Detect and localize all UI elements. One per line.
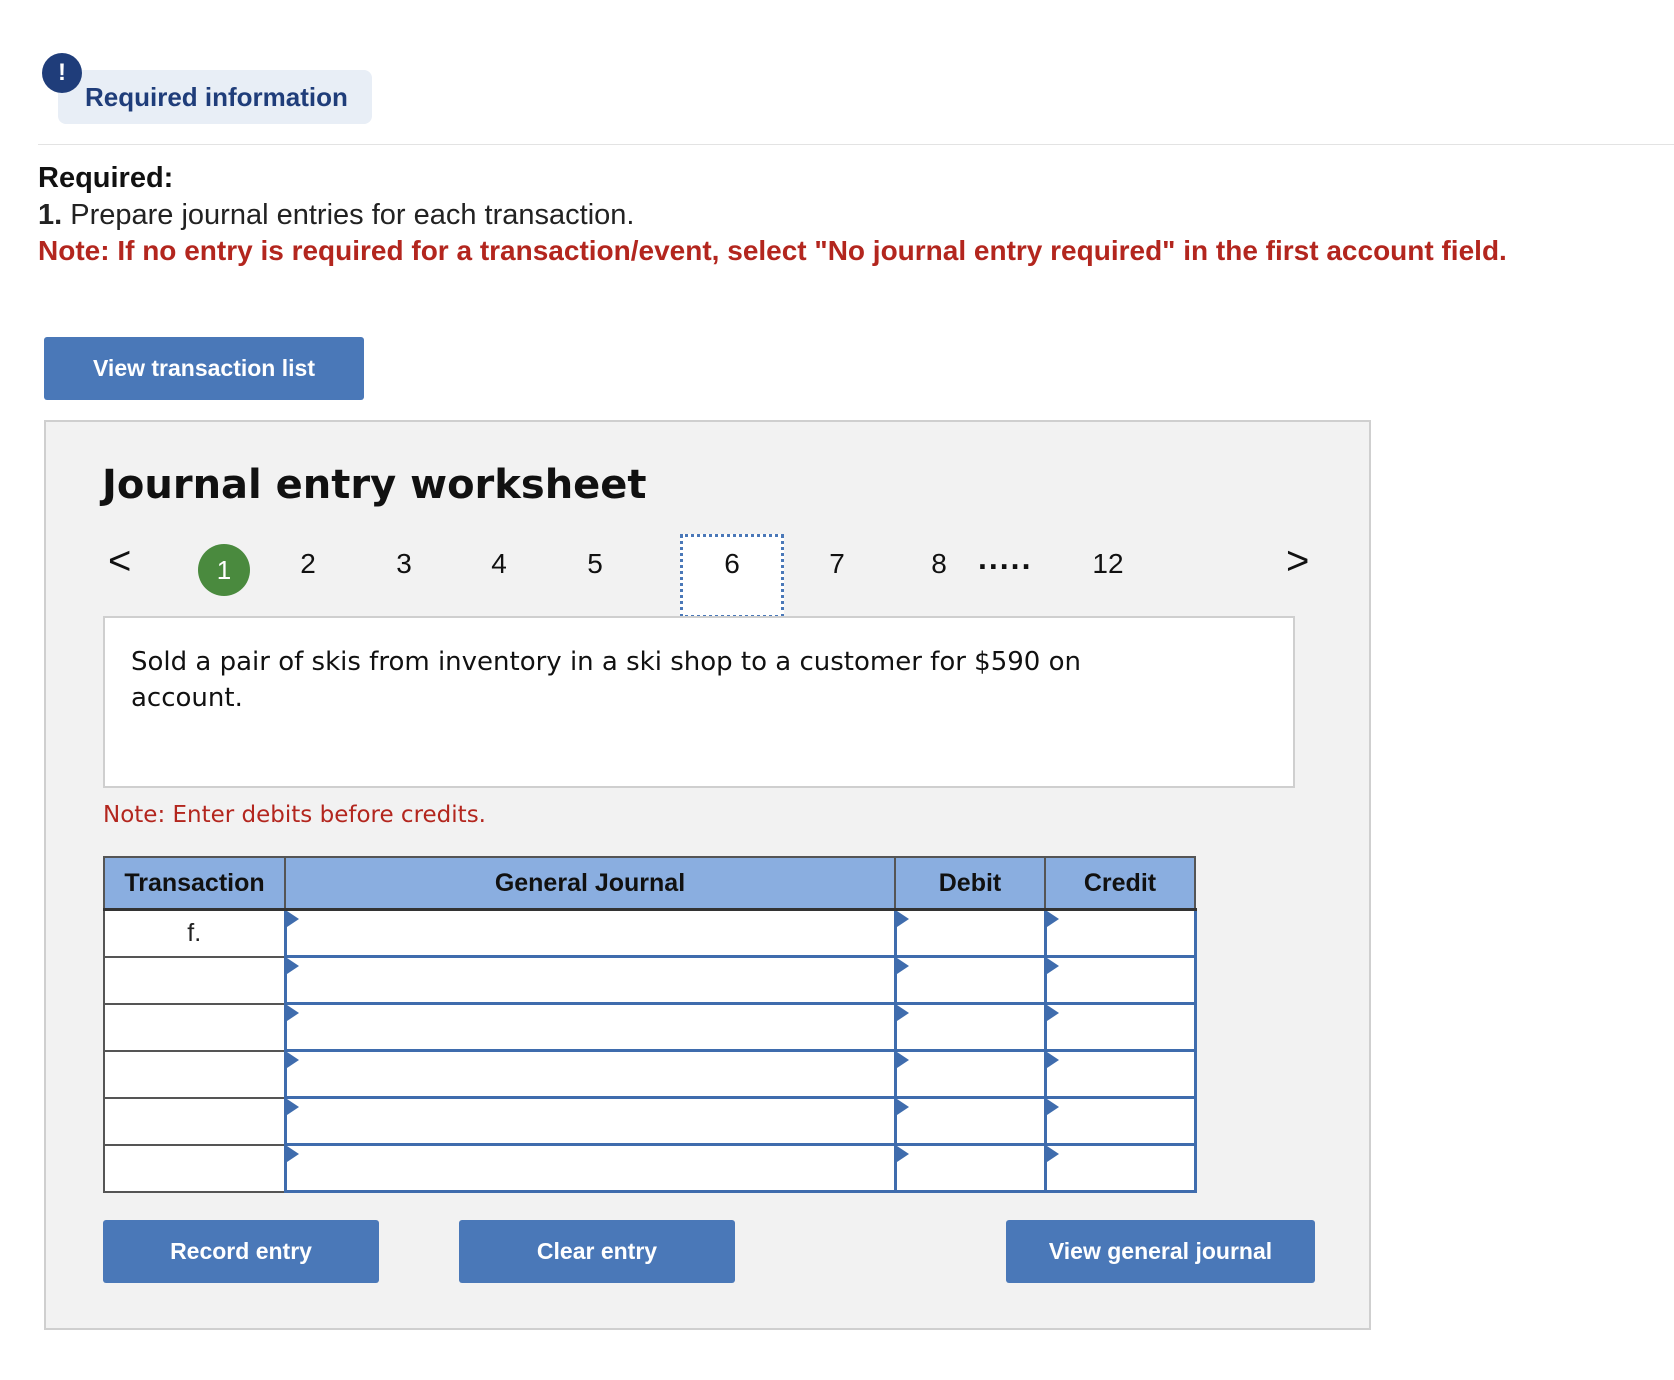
nav-item-8[interactable]: 8 [919,548,959,580]
nav-item-2[interactable]: 2 [288,548,328,580]
credit-input[interactable] [1043,955,1197,1005]
transaction-cell: f. [103,908,286,958]
nav-item-1[interactable]: 1 [198,544,250,596]
account-select[interactable] [283,1049,897,1099]
divider [38,144,1674,145]
credit-input[interactable] [1043,1143,1197,1193]
debit-input[interactable] [893,955,1047,1005]
nav-item-7[interactable]: 7 [817,548,857,580]
header-transaction: Transaction [103,856,286,911]
credit-input[interactable] [1043,1002,1197,1052]
instruction-item: 1. Prepare journal entries for each tran… [38,199,634,232]
transaction-cell [103,1049,286,1099]
account-select[interactable] [283,955,897,1005]
table-row [103,1096,1197,1146]
debit-input[interactable] [893,1049,1047,1099]
transaction-cell [103,1096,286,1146]
nav-item-3[interactable]: 3 [384,548,424,580]
nav-ellipsis: ..... [978,540,1033,576]
nav-item-6[interactable]: 6 [712,548,752,580]
view-transaction-list-button[interactable]: View transaction list [44,337,364,400]
transaction-cell [103,1002,286,1052]
journal-table: Transaction General Journal Debit Credit… [103,856,1197,1193]
account-select[interactable] [283,1096,897,1146]
required-information-label: Required information [85,82,348,112]
debit-input[interactable] [893,1096,1047,1146]
table-row [103,1002,1197,1052]
account-select[interactable] [283,1002,897,1052]
table-row [103,1143,1197,1193]
nav-item-4[interactable]: 4 [479,548,519,580]
debit-input[interactable] [893,1143,1047,1193]
transaction-cell [103,1143,286,1193]
alert-icon: ! [42,53,82,93]
instruction-note: Note: If no entry is required for a tran… [38,235,1507,266]
debit-input[interactable] [893,1002,1047,1052]
header-general-journal: General Journal [284,856,896,911]
transaction-cell [103,955,286,1005]
required-heading: Required: [38,162,174,194]
credit-input[interactable] [1043,908,1197,958]
instruction-number: 1. [38,199,63,231]
instruction-text: Prepare journal entries for each transac… [70,199,635,231]
header-credit: Credit [1044,856,1196,911]
record-entry-button[interactable]: Record entry [103,1220,379,1283]
required-information-banner: Required information [58,70,372,124]
transaction-description: Sold a pair of skis from inventory in a … [131,647,1082,713]
debit-input[interactable] [893,908,1047,958]
credit-input[interactable] [1043,1049,1197,1099]
table-row [103,955,1197,1005]
account-select[interactable] [283,1143,897,1193]
journal-entry-worksheet: Journal entry worksheet < 1 2 3 4 5 6 7 … [44,420,1371,1330]
table-row: f. [103,908,1197,958]
debit-note: Note: Enter debits before credits. [103,802,486,828]
view-general-journal-button[interactable]: View general journal [1006,1220,1315,1283]
table-row [103,1049,1197,1099]
nav-item-12[interactable]: 12 [1088,548,1128,580]
credit-input[interactable] [1043,1096,1197,1146]
header-debit: Debit [894,856,1046,911]
clear-entry-button[interactable]: Clear entry [459,1220,735,1283]
worksheet-title: Journal entry worksheet [102,462,647,508]
transaction-description-box: Sold a pair of skis from inventory in a … [103,616,1295,788]
nav-item-5[interactable]: 5 [575,548,615,580]
account-select[interactable] [283,908,897,958]
next-arrow-icon[interactable]: > [1286,539,1309,584]
prev-arrow-icon[interactable]: < [108,539,131,584]
